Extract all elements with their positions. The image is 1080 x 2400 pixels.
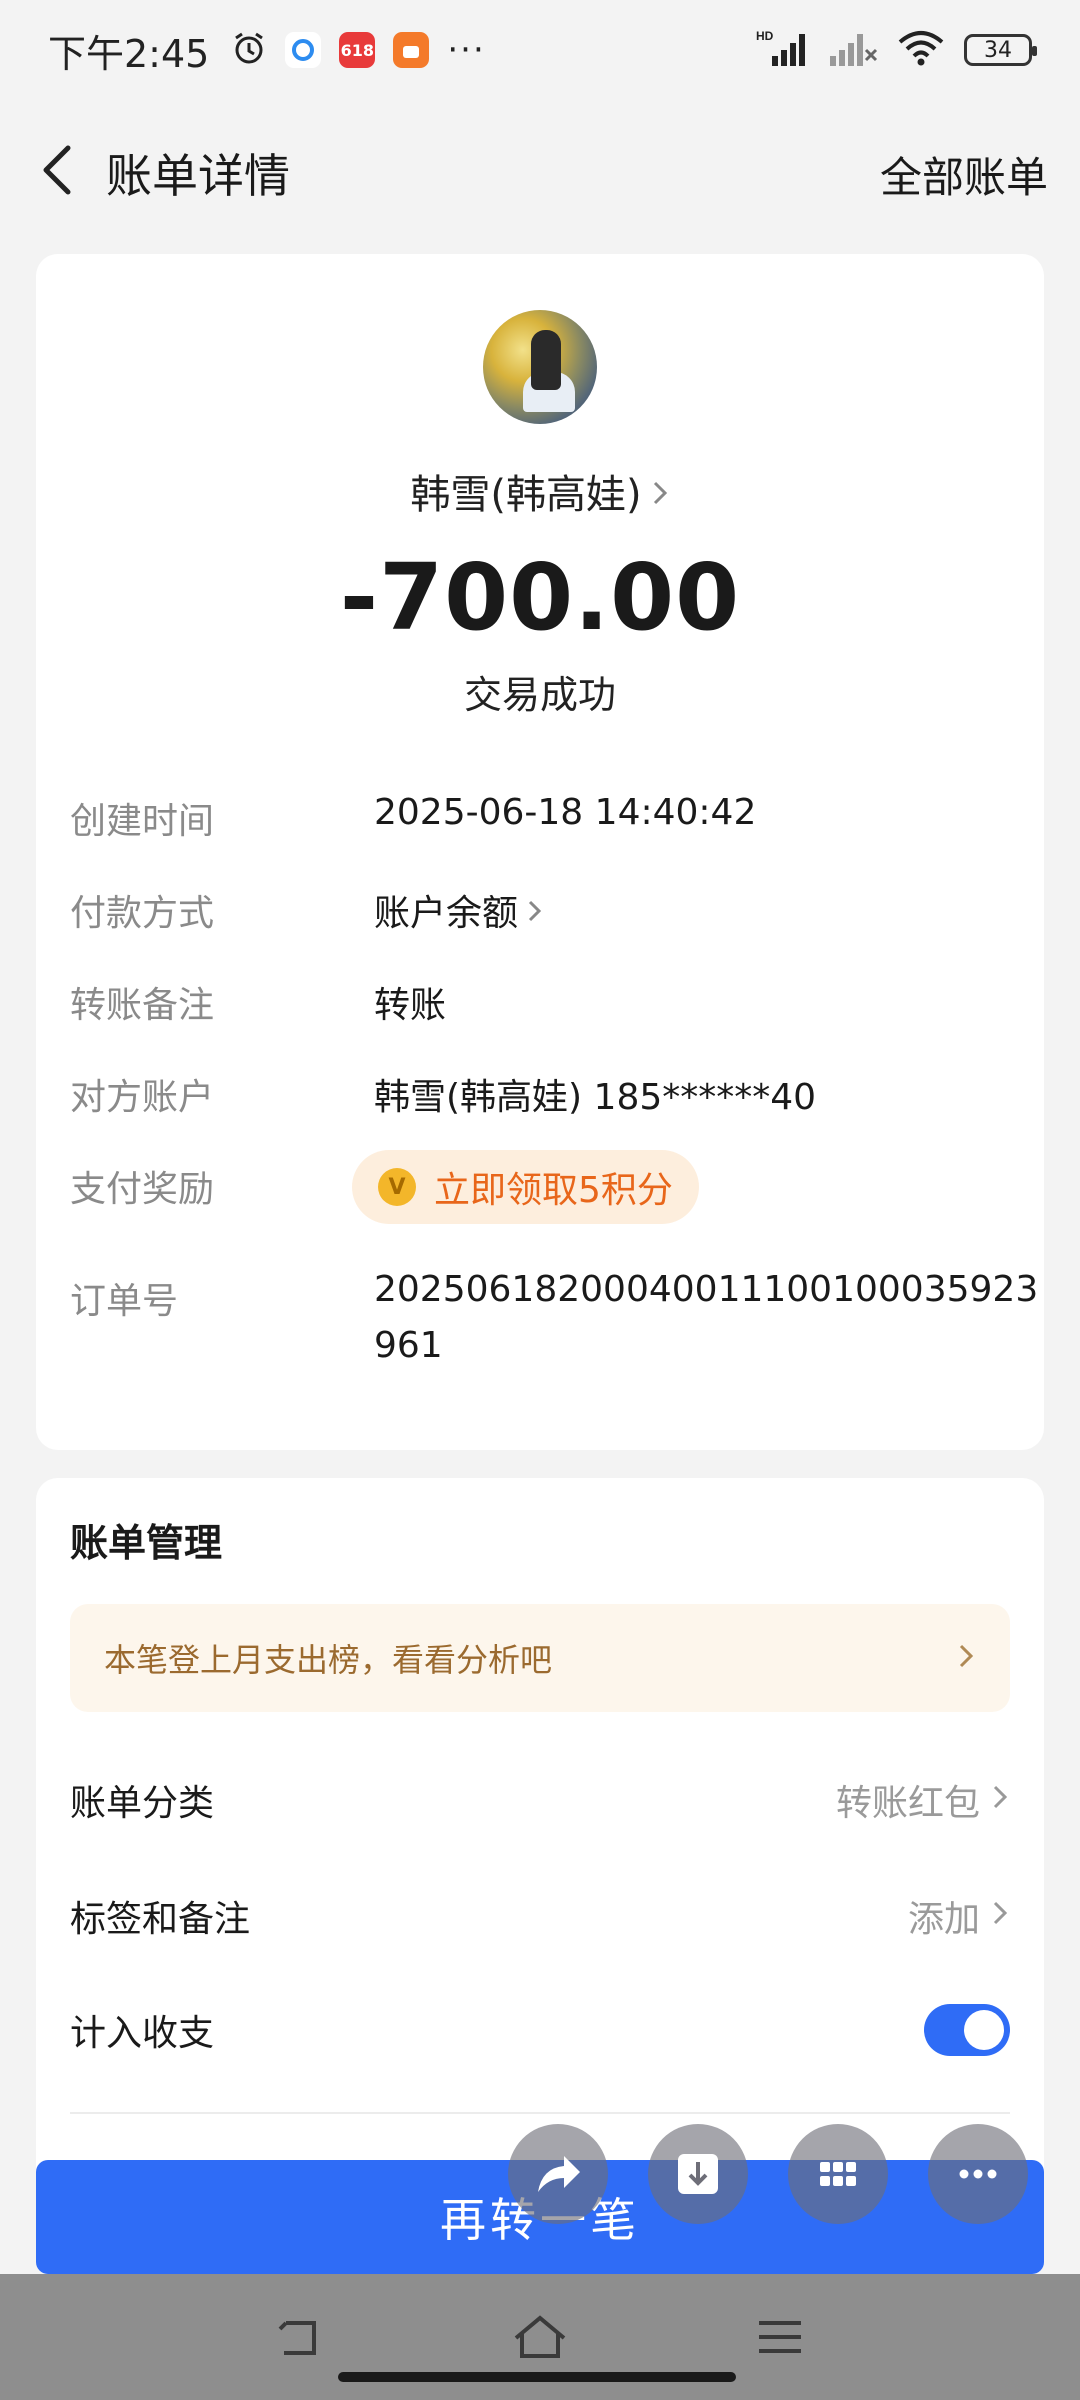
detail-label: 转账备注 (70, 985, 215, 1026)
row-value: 添加 (907, 1899, 980, 1940)
detail-value: 账户余额 (374, 893, 519, 934)
more-options-button[interactable] (928, 2124, 1028, 2224)
hd-signal-icon: HD (756, 28, 810, 72)
home-indicator[interactable] (338, 2372, 736, 2382)
back-arrow-icon (43, 145, 71, 195)
app-icon-618: 618 (339, 32, 376, 68)
points-coin-icon: V (378, 1168, 416, 1206)
more-notifications-icon: ··· (447, 30, 486, 70)
nav-home-button[interactable] (510, 2312, 570, 2362)
include-in-budget-row: 计入收支 (70, 1990, 1010, 2070)
download-icon (678, 2154, 718, 2194)
detail-label: 支付奖励 (70, 1169, 215, 1210)
apps-grid-button[interactable] (788, 2124, 888, 2224)
transaction-card: 韩雪(韩高娃) -700.00 交易成功 创建时间 2025-06-18 14:… (36, 254, 1044, 1450)
banner-text: 本笔登上月支出榜，看看分析吧 (104, 1641, 553, 1679)
header: 账单详情 全部账单 (0, 120, 1080, 220)
row-label: 计入收支 (70, 2013, 215, 2054)
app-icon-orange (393, 32, 430, 68)
alarm-icon (231, 30, 267, 70)
chevron-right-icon (526, 893, 544, 934)
detail-label: 创建时间 (70, 801, 215, 842)
counterparty-name: 韩雪(韩高娃) (410, 472, 642, 518)
nav-menu-button[interactable] (750, 2312, 810, 2362)
page-title: 账单详情 (106, 149, 290, 203)
transaction-status: 交易成功 (463, 673, 616, 717)
detail-value: 转账 (374, 985, 447, 1026)
detail-value: 20250618200040011100100035923961 (374, 1269, 1039, 1366)
nav-back-icon (278, 2321, 316, 2355)
row-label: 账单分类 (70, 1783, 215, 1824)
battery-icon: 34 (964, 34, 1037, 66)
chevron-right-icon (956, 1636, 976, 1680)
section-title: 账单管理 (70, 1521, 223, 1565)
detail-value: 韩雪(韩高娃) 185******40 (374, 1077, 817, 1118)
more-icon (959, 2169, 997, 2179)
counterparty-name-link[interactable]: 韩雪(韩高娃) (36, 462, 1044, 520)
grid-icon (820, 2162, 856, 2186)
chevron-right-icon (990, 1896, 1010, 1937)
avatar[interactable] (483, 310, 597, 424)
tags-notes-row[interactable]: 标签和备注 添加 (70, 1876, 1010, 1956)
download-button[interactable] (648, 2124, 748, 2224)
amount: -700.00 (339, 544, 741, 651)
detail-value: 2025-06-18 14:40:42 (374, 792, 757, 833)
chevron-right-icon (650, 472, 670, 518)
status-bar: 下午2:45 618 ··· HD 34 (0, 0, 1080, 100)
share-button[interactable] (508, 2124, 608, 2224)
include-in-budget-toggle[interactable] (924, 2004, 1010, 2056)
status-time: 下午2:45 (48, 31, 210, 76)
detail-label: 付款方式 (70, 893, 215, 934)
detail-label: 订单号 (70, 1281, 179, 1322)
detail-label: 对方账户 (70, 1077, 215, 1118)
nav-back-button[interactable] (270, 2312, 330, 2362)
claim-points-label: 立即领取5积分 (434, 1170, 673, 1211)
bill-category-row[interactable]: 账单分类 转账红包 (70, 1760, 1010, 1840)
claim-points-button[interactable]: V 立即领取5积分 (352, 1150, 699, 1224)
divider (70, 2112, 1010, 2114)
svg-text:HD: HD (756, 29, 774, 43)
home-icon (514, 2315, 566, 2358)
back-button[interactable] (30, 142, 86, 198)
signal-off-icon (828, 28, 878, 72)
chevron-right-icon (990, 1780, 1010, 1821)
row-value: 转账红包 (835, 1783, 980, 1824)
all-bills-link[interactable]: 全部账单 (880, 144, 1048, 205)
row-label: 标签和备注 (70, 1899, 251, 1940)
app-icon-1 (285, 32, 322, 68)
wifi-icon (896, 28, 946, 72)
menu-icon (759, 2321, 801, 2353)
share-icon (538, 2156, 580, 2192)
spending-analysis-banner[interactable]: 本笔登上月支出榜，看看分析吧 (70, 1604, 1010, 1712)
